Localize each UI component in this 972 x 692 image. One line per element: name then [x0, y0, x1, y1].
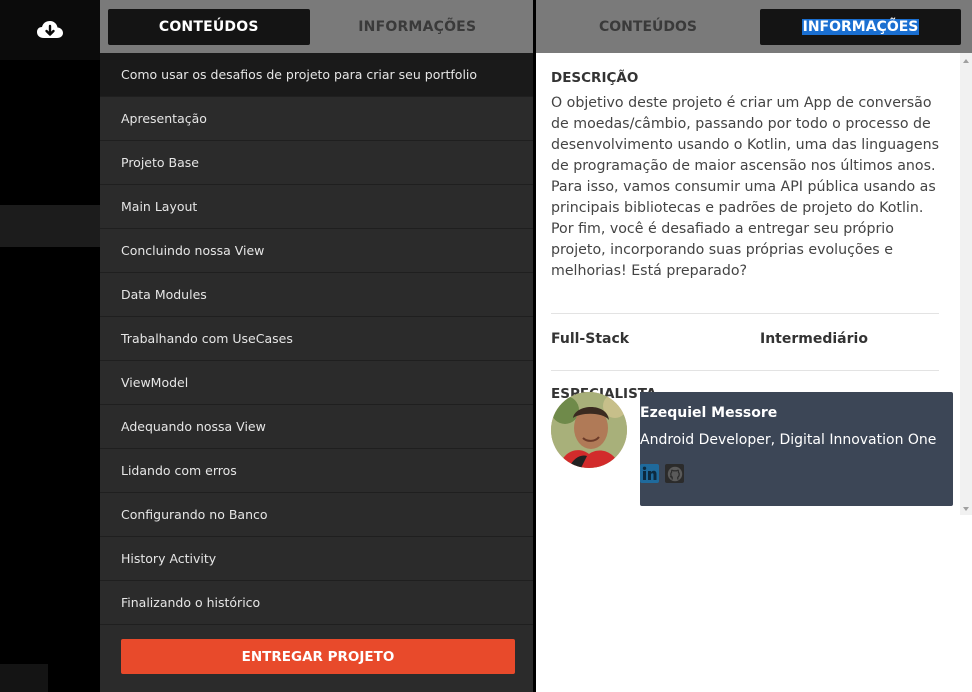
- scroll-up-icon[interactable]: [963, 59, 969, 63]
- linkedin-icon: [642, 466, 657, 480]
- track-label: Full-Stack: [551, 331, 630, 347]
- cloud-download-icon: [37, 21, 63, 38]
- list-item[interactable]: ViewModel: [100, 361, 533, 405]
- list-item[interactable]: Configurando no Banco: [100, 493, 533, 537]
- description-title: DESCRIÇÃO: [551, 70, 639, 86]
- scrollbar[interactable]: [960, 53, 972, 515]
- list-item[interactable]: Adequando nossa View: [100, 405, 533, 449]
- info-tab-bar: CONTEÚDOS INFORMAÇÕES: [536, 0, 972, 53]
- level-label: Intermediário: [760, 331, 868, 347]
- list-item[interactable]: Data Modules: [100, 273, 533, 317]
- list-item[interactable]: History Activity: [100, 537, 533, 581]
- submit-wrapper: ENTREGAR PROJETO: [121, 639, 515, 674]
- list-item[interactable]: Projeto Base: [100, 141, 533, 185]
- app-root: CONTEÚDOS INFORMAÇÕES Como usar os desaf…: [0, 0, 972, 692]
- linkedin-link[interactable]: [640, 464, 659, 483]
- social-links: [640, 464, 684, 483]
- github-icon: [667, 466, 682, 481]
- lesson-list: Como usar os desafios de projeto para cr…: [100, 53, 533, 625]
- scroll-down-icon[interactable]: [963, 507, 969, 511]
- tab-contents[interactable]: CONTEÚDOS: [108, 8, 310, 45]
- left-strip-block: [0, 205, 100, 247]
- list-item[interactable]: Concluindo nossa View: [100, 229, 533, 273]
- left-strip: [0, 0, 100, 692]
- specialist-role: Android Developer, Digital Innovation On…: [640, 432, 937, 448]
- download-button[interactable]: [0, 0, 100, 60]
- divider: [551, 370, 939, 371]
- tab-information[interactable]: INFORMAÇÕES: [310, 9, 525, 45]
- submit-project-button[interactable]: ENTREGAR PROJETO: [121, 639, 515, 674]
- list-item[interactable]: Lidando com erros: [100, 449, 533, 493]
- project-meta: Full-Stack Intermediário: [551, 314, 939, 364]
- tab-information[interactable]: INFORMAÇÕES: [760, 8, 961, 45]
- description-text: O objetivo deste projeto é criar um App …: [551, 95, 939, 279]
- list-item[interactable]: Finalizando o histórico: [100, 581, 533, 625]
- avatar: [551, 392, 627, 468]
- tab-information-label: INFORMAÇÕES: [801, 18, 920, 35]
- info-content: DESCRIÇÃO O objetivo deste projeto é cri…: [551, 53, 953, 692]
- specialist-name: Ezequiel Messore: [640, 405, 778, 421]
- specialist-card: Ezequiel Messore Android Developer, Digi…: [551, 392, 954, 506]
- list-item[interactable]: Apresentação: [100, 97, 533, 141]
- tab-contents[interactable]: CONTEÚDOS: [536, 9, 760, 45]
- list-item[interactable]: Main Layout: [100, 185, 533, 229]
- list-item[interactable]: Trabalhando com UseCases: [100, 317, 533, 361]
- list-item[interactable]: Como usar os desafios de projeto para cr…: [100, 53, 533, 97]
- avatar-image: [551, 392, 627, 468]
- github-link[interactable]: [665, 464, 684, 483]
- information-panel: CONTEÚDOS INFORMAÇÕES DESCRIÇÃO O objeti…: [536, 0, 972, 692]
- contents-panel: CONTEÚDOS INFORMAÇÕES Como usar os desaf…: [100, 0, 533, 692]
- contents-tab-bar: CONTEÚDOS INFORMAÇÕES: [100, 0, 533, 53]
- left-strip-block-bottom: [0, 664, 48, 692]
- specialist-info-card: Ezequiel Messore Android Developer, Digi…: [640, 392, 953, 506]
